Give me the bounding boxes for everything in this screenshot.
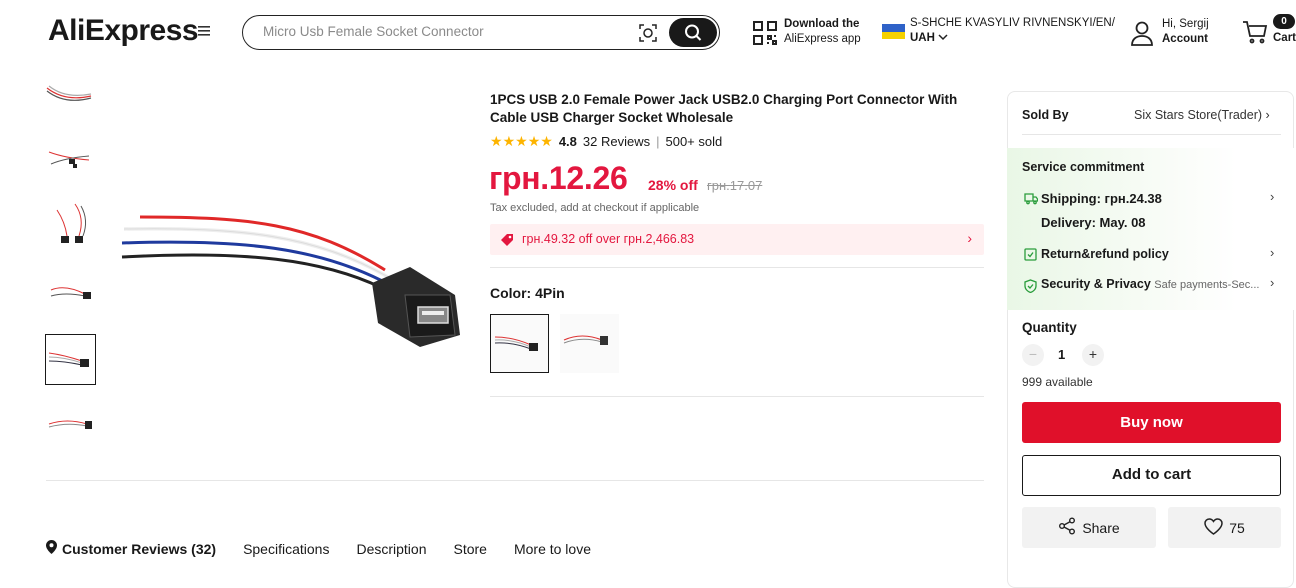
chevron-right-icon[interactable]: ›	[1270, 245, 1274, 260]
color-label-text: Color:	[490, 285, 532, 301]
refund-icon	[1024, 248, 1037, 261]
color-option-selected[interactable]	[490, 314, 549, 373]
share-label: Share	[1082, 519, 1120, 536]
add-to-cart-button[interactable]: Add to cart	[1022, 455, 1281, 496]
cart-icon[interactable]	[1242, 20, 1268, 44]
stock-available: 999 available	[1022, 375, 1093, 389]
divider	[1022, 134, 1281, 135]
star-icon: ★	[515, 133, 528, 149]
divider	[46, 480, 984, 481]
store-link[interactable]: Six Stars Store(Trader) ›	[1134, 108, 1270, 122]
share-icon	[1058, 517, 1076, 538]
cart-label[interactable]: Cart	[1273, 32, 1296, 44]
search-bar	[242, 15, 720, 50]
tax-note: Tax excluded, add at checkout if applica…	[490, 202, 700, 214]
tag-icon	[500, 233, 514, 247]
sold-by-label: Sold By	[1022, 108, 1069, 122]
aliexpress-logo[interactable]: AliExpress	[48, 14, 199, 48]
app-line2: AliExpress app	[784, 33, 861, 45]
main-product-image[interactable]	[110, 195, 470, 365]
account-label: Account	[1162, 33, 1208, 45]
quantity-increase-button[interactable]: +	[1082, 344, 1104, 366]
color-option[interactable]	[560, 314, 619, 373]
security-title: Security & Privacy	[1041, 277, 1151, 291]
divider	[490, 267, 984, 268]
app-line1: Download the	[784, 18, 860, 30]
ship-to-text: S-SHCHE KVASYLIV RIVNENSKYI/EN/	[910, 17, 1115, 29]
quantity-label: Quantity	[1022, 320, 1077, 335]
tab-label: Customer Reviews (32)	[62, 540, 217, 557]
quantity-decrease-button[interactable]: −	[1022, 344, 1044, 366]
wishlist-count: 75	[1229, 519, 1245, 536]
star-rating: ★★★★★	[490, 133, 553, 150]
product-thumbnail-selected[interactable]	[45, 334, 96, 385]
tab-store[interactable]: Store	[453, 540, 486, 557]
product-thumbnail[interactable]	[45, 80, 96, 131]
wishlist-button[interactable]: 75	[1168, 507, 1281, 548]
ukraine-flag-icon	[882, 24, 905, 39]
chevron-right-icon[interactable]: ›	[1270, 189, 1274, 204]
product-thumbnail[interactable]	[45, 400, 96, 451]
product-thumbnail[interactable]	[45, 134, 96, 185]
tab-customer-reviews[interactable]: Customer Reviews (32)	[46, 540, 216, 557]
product-thumbnail[interactable]	[45, 200, 96, 251]
account-menu[interactable]: Hi, Sergij Account	[1162, 17, 1209, 47]
divider: |	[656, 134, 660, 149]
shield-icon	[1024, 279, 1037, 294]
service-title: Service commitment	[1022, 160, 1145, 174]
menu-icon[interactable]	[198, 24, 214, 44]
coupon-text: грн.49.32 off over грн.2,466.83	[522, 232, 695, 246]
discount-percent: 28% off	[648, 177, 698, 193]
download-app-link[interactable]: Download the AliExpress app	[784, 17, 861, 47]
reviews-count[interactable]: 32 Reviews	[583, 134, 650, 149]
chevron-down-icon	[938, 33, 948, 44]
chevron-right-icon[interactable]: ›	[1270, 275, 1274, 290]
sold-count: 500+ sold	[665, 134, 723, 149]
qr-code-icon[interactable]	[752, 20, 778, 46]
cart-count-badge: 0	[1273, 14, 1295, 29]
search-input[interactable]	[263, 24, 623, 39]
search-button[interactable]	[669, 18, 717, 47]
color-value: 4Pin	[535, 285, 565, 301]
chevron-right-icon: ›	[967, 230, 972, 246]
currency: UAH	[910, 32, 935, 44]
original-price: грн.17.07	[707, 178, 763, 193]
ship-to-selector[interactable]: S-SHCHE KVASYLIV RIVNENSKYI/EN/ UAH	[910, 16, 1115, 46]
product-title: 1PCS USB 2.0 Female Power Jack USB2.0 Ch…	[490, 92, 958, 125]
delivery-date: Delivery: May. 08	[1041, 215, 1146, 230]
share-button[interactable]: Share	[1022, 507, 1156, 548]
product-thumbnail[interactable]	[45, 268, 96, 319]
security-subtext: Safe payments-Sec...	[1154, 279, 1260, 291]
store-name: Six Stars Store(Trader)	[1134, 108, 1263, 122]
color-label: Color: 4Pin	[490, 285, 565, 301]
heart-icon	[1204, 517, 1223, 538]
tab-more-to-love[interactable]: More to love	[514, 540, 591, 557]
star-icon: ★	[502, 133, 516, 149]
chevron-right-icon: ›	[1265, 108, 1270, 122]
shipping-cost[interactable]: Shipping: грн.24.38	[1041, 191, 1162, 206]
greeting: Hi, Sergij	[1162, 18, 1209, 30]
quantity-value[interactable]: 1	[1058, 347, 1065, 362]
current-price: грн.12.26	[489, 160, 628, 196]
tab-specifications[interactable]: Specifications	[243, 540, 329, 557]
security-privacy[interactable]: Security & Privacy Safe payments-Sec...	[1041, 277, 1259, 291]
coupon-banner[interactable]: грн.49.32 off over грн.2,466.83 ›	[490, 224, 984, 255]
image-search-icon[interactable]	[637, 22, 659, 44]
tab-description[interactable]: Description	[356, 540, 426, 557]
user-icon[interactable]	[1130, 20, 1154, 46]
divider	[490, 396, 984, 397]
star-icon: ★	[527, 133, 541, 149]
product-tabs: Customer Reviews (32) Specifications Des…	[46, 540, 618, 557]
rating-row[interactable]: ★★★★★ 4.8 32 Reviews | 500+ sold	[490, 133, 722, 150]
star-icon: ★	[540, 133, 553, 149]
star-icon: ★	[490, 133, 503, 149]
truck-icon	[1024, 192, 1039, 205]
rating-value: 4.8	[558, 134, 577, 149]
buy-now-button[interactable]: Buy now	[1022, 402, 1281, 443]
location-pin-icon	[46, 540, 57, 557]
return-refund-policy[interactable]: Return&refund policy	[1041, 247, 1169, 261]
